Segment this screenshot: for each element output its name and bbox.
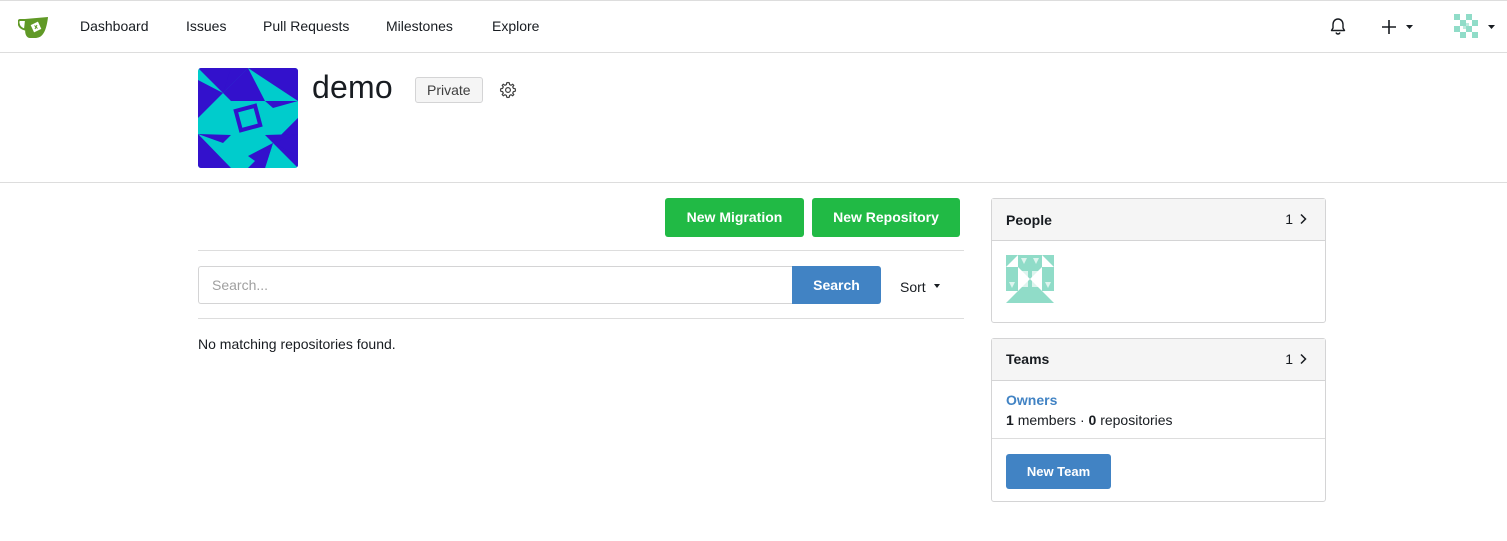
chevron-right-icon <box>1300 353 1307 365</box>
bell-icon[interactable] <box>1328 16 1348 36</box>
plus-icon <box>1382 20 1413 34</box>
teams-body: Owners 1 members · 0 repositories New Te… <box>992 381 1325 501</box>
team-link-owners[interactable]: Owners <box>1006 392 1057 408</box>
people-count: 1 <box>1285 211 1293 227</box>
search-button[interactable]: Search <box>792 266 881 304</box>
repo-search-input[interactable] <box>198 266 794 304</box>
caret-down-icon <box>933 284 940 289</box>
teams-title: Teams <box>1006 351 1050 367</box>
org-name: demo <box>312 69 393 105</box>
chevron-right-icon <box>1300 213 1307 225</box>
team-stats: 1 members · 0 repositories <box>1006 412 1173 428</box>
user-avatar-icon <box>1454 14 1495 38</box>
people-title: People <box>1006 212 1052 228</box>
people-panel: People 1 <box>991 198 1326 323</box>
empty-repositories-message: No matching repositories found. <box>198 336 396 352</box>
teams-panel-header: Teams 1 <box>992 339 1325 381</box>
team-members-count: 1 <box>1006 412 1014 428</box>
gitea-logo-icon[interactable] <box>18 14 50 40</box>
team-stats-separator: · <box>1079 412 1085 428</box>
sort-dropdown[interactable]: Sort <box>900 279 940 295</box>
teams-panel: Teams 1 Owners 1 members · 0 repositorie… <box>991 338 1326 502</box>
org-avatar <box>198 68 298 168</box>
caret-down-icon <box>1406 25 1413 29</box>
new-repository-button[interactable]: New Repository <box>812 198 960 237</box>
team-members-label: members <box>1017 412 1077 428</box>
nav-explore[interactable]: Explore <box>492 18 539 34</box>
top-navbar: Dashboard Issues Pull Requests Milestone… <box>0 0 1507 53</box>
people-panel-header: People 1 <box>992 199 1325 241</box>
org-identicon-icon <box>198 68 298 168</box>
teams-count-link[interactable]: 1 <box>1285 351 1307 367</box>
sort-label: Sort <box>900 279 926 295</box>
org-header: demo Private <box>0 53 1507 183</box>
nav-dashboard[interactable]: Dashboard <box>80 18 149 34</box>
people-body <box>992 241 1325 322</box>
nav-issues[interactable]: Issues <box>186 18 226 34</box>
divider <box>198 318 964 319</box>
private-badge: Private <box>415 77 483 103</box>
create-menu[interactable] <box>1380 15 1416 39</box>
member-avatar-icon[interactable] <box>1006 255 1054 303</box>
divider <box>992 438 1325 439</box>
gear-icon[interactable] <box>499 81 517 99</box>
new-team-button[interactable]: New Team <box>1006 454 1111 489</box>
team-repos-label: repositories <box>1100 412 1173 428</box>
team-repos-count: 0 <box>1088 412 1097 428</box>
new-migration-button[interactable]: New Migration <box>665 198 804 237</box>
user-menu[interactable] <box>1453 13 1497 41</box>
divider <box>198 250 964 251</box>
nav-milestones[interactable]: Milestones <box>386 18 453 34</box>
teams-count: 1 <box>1285 351 1293 367</box>
people-count-link[interactable]: 1 <box>1285 211 1307 227</box>
nav-pull-requests[interactable]: Pull Requests <box>263 18 349 34</box>
